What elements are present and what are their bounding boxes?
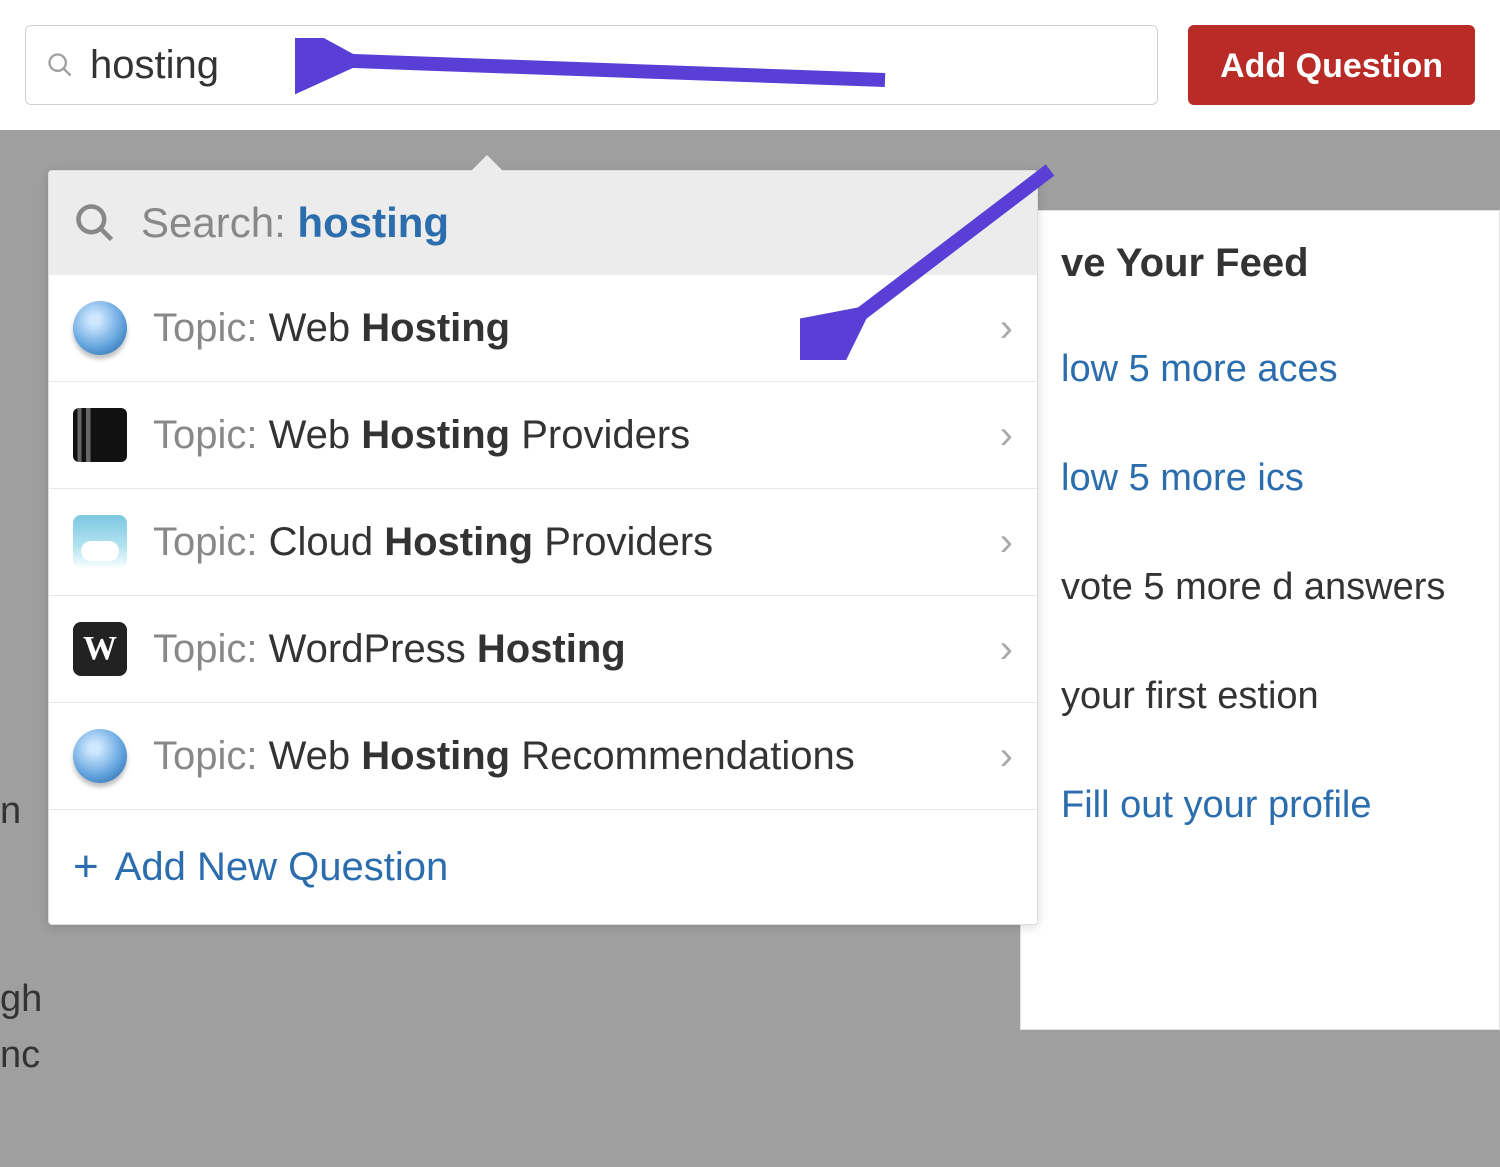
feed-item[interactable]: low 5 more ics: [1061, 450, 1459, 507]
search-dropdown: Search: hosting Topic: Web Hosting › Top…: [48, 170, 1038, 925]
topic-label: Topic: Cloud Hosting Providers: [153, 520, 974, 565]
add-question-button[interactable]: Add Question: [1188, 25, 1475, 105]
cloud-icon: [73, 515, 127, 569]
dropdown-topic-item[interactable]: Topic: Web Hosting Recommendations ›: [49, 703, 1037, 810]
dropdown-topic-item[interactable]: W Topic: WordPress Hosting ›: [49, 596, 1037, 703]
search-input[interactable]: [90, 43, 1137, 88]
improve-feed-panel: ve Your Feed low 5 more aces low 5 more …: [1020, 210, 1500, 1030]
plus-icon: +: [73, 842, 99, 892]
cutoff-text: gh: [0, 978, 42, 1021]
cutoff-text: nc: [0, 1034, 40, 1077]
feed-item[interactable]: vote 5 more d answers: [1061, 559, 1459, 616]
chevron-right-icon: ›: [1000, 627, 1013, 672]
topic-label: Topic: Web Hosting Recommendations: [153, 734, 974, 779]
feed-item[interactable]: your first estion: [1061, 668, 1459, 725]
feed-item[interactable]: Fill out your profile: [1061, 777, 1459, 834]
dropdown-topic-item[interactable]: Topic: Web Hosting Providers ›: [49, 382, 1037, 489]
top-bar: Add Question: [0, 0, 1500, 130]
topic-label: Topic: WordPress Hosting: [153, 627, 974, 672]
feed-panel-title: ve Your Feed: [1061, 241, 1459, 286]
servers-icon: [73, 408, 127, 462]
chevron-right-icon: ›: [1000, 520, 1013, 565]
topic-label: Topic: Web Hosting: [153, 306, 974, 351]
add-new-question-label: Add New Question: [115, 845, 449, 890]
search-icon: [46, 51, 74, 79]
chevron-right-icon: ›: [1000, 413, 1013, 458]
search-box[interactable]: [25, 25, 1158, 105]
wordpress-icon: W: [73, 622, 127, 676]
dropdown-search-label: Search:: [141, 199, 297, 246]
topic-label: Topic: Web Hosting Providers: [153, 413, 974, 458]
feed-item[interactable]: low 5 more aces: [1061, 341, 1459, 398]
globe-icon: [73, 729, 127, 783]
dropdown-topic-item[interactable]: Topic: Cloud Hosting Providers ›: [49, 489, 1037, 596]
dropdown-search-term: hosting: [297, 199, 449, 246]
search-icon: [73, 201, 117, 245]
chevron-right-icon: ›: [1000, 306, 1013, 351]
cutoff-text: n: [0, 790, 21, 833]
dropdown-topic-item[interactable]: Topic: Web Hosting ›: [49, 275, 1037, 382]
chevron-right-icon: ›: [1000, 734, 1013, 779]
globe-icon: [73, 301, 127, 355]
add-new-question-link[interactable]: + Add New Question: [49, 810, 1037, 924]
dropdown-search-row[interactable]: Search: hosting: [49, 171, 1037, 275]
